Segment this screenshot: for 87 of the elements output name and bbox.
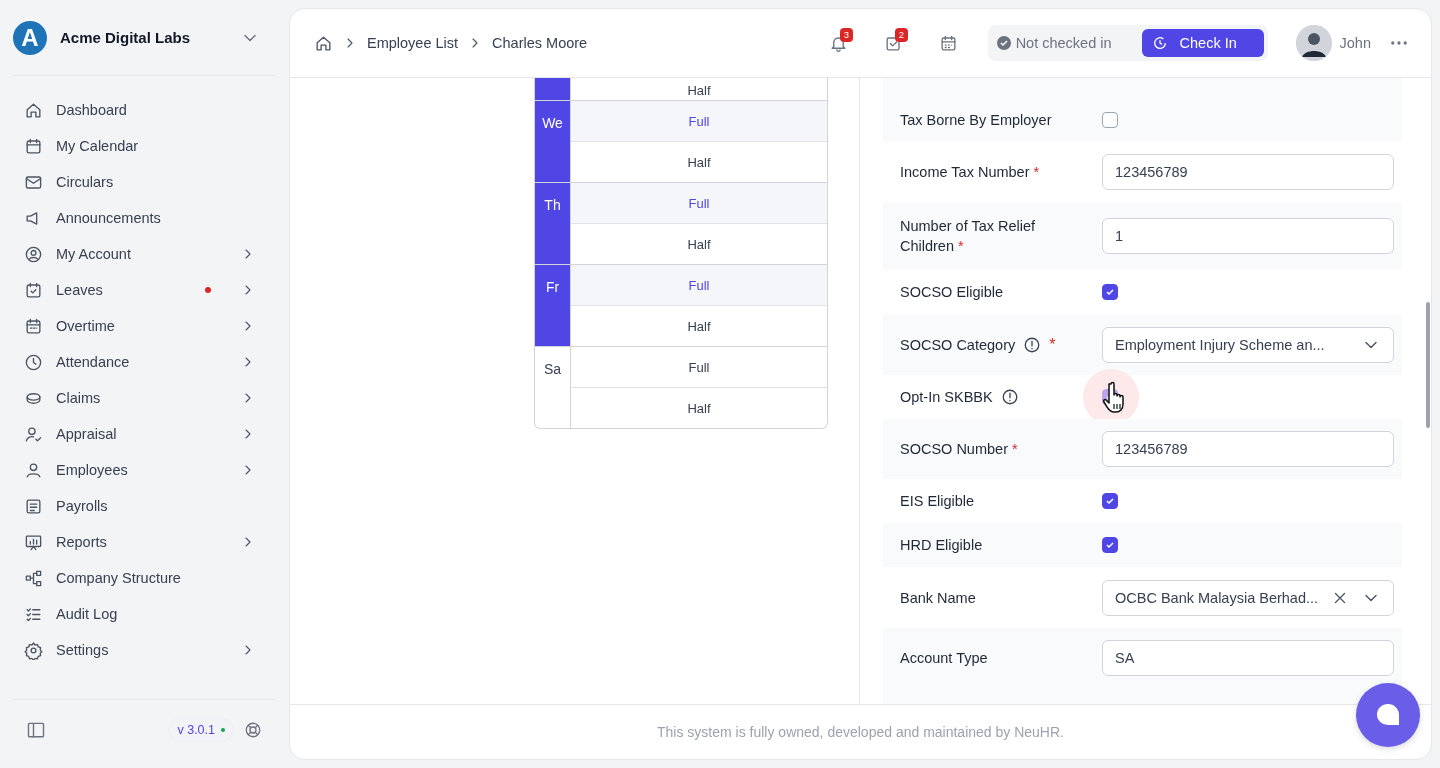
- task-count: 2: [894, 27, 908, 42]
- nav-item[interactable]: My Calendar: [24, 128, 264, 164]
- nav-item[interactable]: Circulars: [24, 164, 264, 200]
- input-field[interactable]: 123456789: [1102, 154, 1394, 190]
- field-label: SOCSO Eligible: [900, 283, 1004, 302]
- receipt-icon: [24, 496, 43, 516]
- version-badge: v 3.0.1: [168, 718, 234, 742]
- input-field[interactable]: 123456789: [1102, 431, 1394, 467]
- gear-icon: [24, 640, 43, 660]
- footer-text: This system is fully owned, developed and maintained by NeuHR.: [657, 724, 1064, 740]
- input-field[interactable]: SA: [1102, 640, 1394, 676]
- nav-item[interactable]: Dashboard: [24, 92, 264, 128]
- field-label: Number of Tax Relief Children *: [900, 217, 1037, 256]
- breadcrumb-link[interactable]: Employee List: [367, 35, 459, 51]
- nav-item[interactable]: Attendance: [24, 344, 264, 380]
- day-cell: We: [535, 101, 571, 182]
- hierarchy-icon: [24, 568, 43, 588]
- checkbox[interactable]: [1102, 112, 1118, 128]
- field-label: SOCSO Number *: [900, 440, 1018, 459]
- input-field[interactable]: 1: [1102, 218, 1394, 254]
- table-cell[interactable]: Half: [571, 141, 827, 182]
- field-label: Bank Name: [900, 588, 976, 608]
- nav-item[interactable]: Leaves: [24, 272, 264, 308]
- field-label: HRD Eligible: [900, 536, 983, 555]
- chat-bubble-icon: [1375, 703, 1401, 727]
- field-label: Account Type: [900, 649, 988, 668]
- field-label: Tax Borne By Employer: [900, 111, 1052, 130]
- table-cell[interactable]: Half: [571, 387, 827, 428]
- select-field[interactable]: Employment Injury Scheme an...: [1102, 326, 1394, 363]
- nav-item[interactable]: Appraisal: [24, 416, 264, 452]
- table-cell[interactable]: Half: [571, 223, 827, 264]
- user-circle-icon: [24, 244, 43, 264]
- table-cell[interactable]: Full: [571, 347, 827, 387]
- nav-item[interactable]: Company Structure: [24, 560, 264, 596]
- more-icon: [1391, 41, 1407, 45]
- breadcrumb-link[interactable]: Charles Moore: [492, 35, 588, 51]
- home-icon: [24, 100, 43, 120]
- chat-button[interactable]: [1356, 683, 1420, 747]
- day-cell: Fr: [535, 265, 571, 346]
- table-cell[interactable]: Full: [571, 265, 827, 305]
- nav-item[interactable]: Overtime: [24, 308, 264, 344]
- home-icon: [314, 33, 333, 53]
- calendar-check-icon: [24, 280, 43, 300]
- required-mark: *: [1049, 335, 1056, 354]
- check-in-status: Not checked in: [991, 35, 1112, 51]
- nav-item[interactable]: My Account: [24, 236, 264, 272]
- company-logo: A: [13, 20, 47, 55]
- notification-count: 3: [839, 27, 853, 42]
- nav-item[interactable]: Payrolls: [24, 488, 264, 524]
- select-field[interactable]: OCBC Bank Malaysia Berhad...: [1102, 579, 1394, 616]
- help-icon: [244, 721, 262, 739]
- clock-icon: [24, 352, 43, 372]
- sidebar-toggle-icon: [26, 720, 46, 740]
- clock-icon: [1151, 35, 1168, 51]
- nav-item[interactable]: Claims: [24, 380, 264, 416]
- user-icon: [24, 460, 43, 480]
- nav-item[interactable]: Announcements: [24, 200, 264, 236]
- check-icon: [1105, 287, 1115, 297]
- table-cell-text: Half: [686, 82, 712, 100]
- field-label: SOCSO Category: [900, 335, 1016, 355]
- check-icon: [1105, 496, 1115, 506]
- checkbox[interactable]: [1102, 493, 1118, 509]
- day-cell: Th: [535, 183, 571, 264]
- nav-item[interactable]: Settings: [24, 632, 264, 668]
- table-cell[interactable]: Full: [571, 183, 827, 223]
- calendar-icon: [24, 136, 43, 156]
- avatar[interactable]: [1295, 25, 1332, 61]
- chart-icon: [24, 532, 43, 552]
- calendar-icon: [24, 316, 43, 336]
- field-label: Opt-In SKBBK: [900, 388, 993, 407]
- check-circle-icon: [996, 36, 1011, 50]
- day-cell: Sa: [535, 347, 571, 428]
- field-label: Income Tax Number *: [900, 163, 1040, 182]
- nav-item[interactable]: Employees: [24, 452, 264, 488]
- check-in-button[interactable]: Check In: [1141, 29, 1264, 57]
- check-icon: [1105, 540, 1115, 550]
- checkbox[interactable]: [1102, 284, 1118, 300]
- company-name: Acme Digital Labs: [60, 29, 192, 46]
- checkbox[interactable]: [1102, 537, 1118, 553]
- user-name: John: [1339, 35, 1371, 51]
- calendar-icon: [938, 33, 958, 53]
- scrollbar[interactable]: [1426, 302, 1430, 428]
- nav-item[interactable]: Reports: [24, 524, 264, 560]
- nav-item[interactable]: Audit Log: [24, 596, 264, 632]
- table-cell[interactable]: Half: [571, 305, 827, 346]
- field-label: EIS Eligible: [900, 492, 975, 511]
- table-cell[interactable]: Full: [571, 101, 827, 141]
